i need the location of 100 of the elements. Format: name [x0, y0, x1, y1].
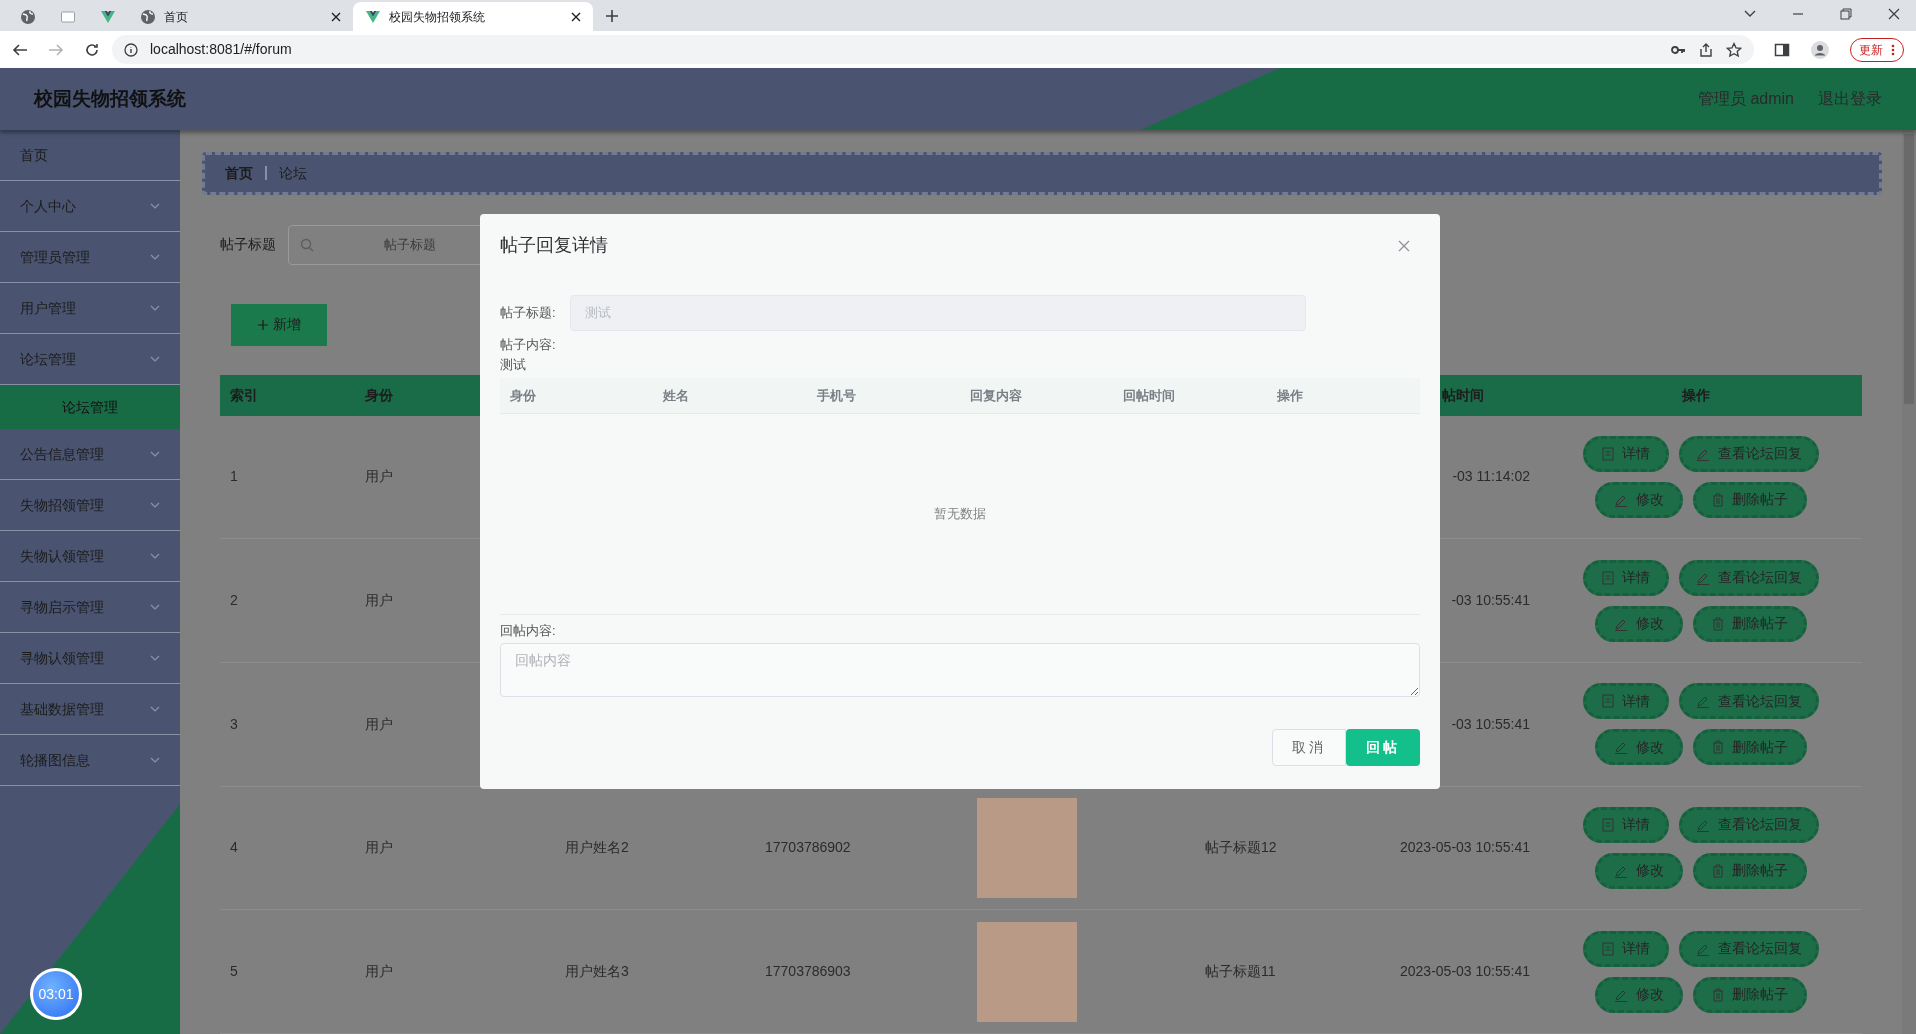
- table-cell-text: 用户姓名2: [564, 838, 630, 858]
- column-header: 回帖时间: [1122, 386, 1177, 405]
- document-icon: [1602, 570, 1614, 585]
- reply-textarea[interactable]: 回帖内容: [500, 642, 1420, 697]
- sidebar-item[interactable]: 寻物启示管理: [0, 582, 180, 633]
- close-icon[interactable]: [331, 11, 341, 22]
- reload-icon[interactable]: [84, 41, 100, 58]
- action-button[interactable]: 查看论坛回复: [1679, 807, 1819, 843]
- trash-icon: [1712, 616, 1724, 631]
- browser-tab[interactable]: 校园失物招领系统: [353, 2, 593, 31]
- document-icon: [1602, 446, 1614, 461]
- column-header: 姓名: [662, 386, 691, 405]
- pen-icon: [1696, 694, 1710, 709]
- submit-button[interactable]: 回帖: [1346, 728, 1420, 766]
- table-cell-text: 帖子标题11: [1204, 962, 1277, 982]
- table-cell-text: 用户姓名3: [564, 962, 630, 982]
- action-button[interactable]: 修改: [1595, 976, 1683, 1013]
- column-header: 帖时间: [1442, 386, 1484, 403]
- action-button[interactable]: 详情: [1583, 930, 1669, 967]
- logout-link[interactable]: 退出登录: [1818, 87, 1882, 111]
- action-button[interactable]: 查看论坛回复: [1679, 559, 1819, 596]
- sidebar-item[interactable]: 基础数据管理: [0, 684, 180, 735]
- field-label: 帖子内容:: [500, 336, 557, 354]
- table-cell-text: -03 10:55:41: [1450, 591, 1530, 611]
- side-panel-icon[interactable]: [1774, 41, 1790, 58]
- column-header: 身份: [365, 386, 393, 403]
- chevron-down-icon: [150, 655, 160, 661]
- action-button[interactable]: 修改: [1595, 729, 1683, 766]
- tab-title: 校园失物招领系统: [389, 8, 486, 26]
- sidebar-item[interactable]: 用户管理: [0, 283, 180, 334]
- add-button[interactable]: 新增: [234, 306, 324, 343]
- cancel-button[interactable]: 取消: [1272, 728, 1346, 766]
- back-arrow-icon[interactable]: [12, 41, 28, 58]
- action-button[interactable]: 修改: [1595, 481, 1683, 518]
- action-button[interactable]: 查看论坛回复: [1679, 683, 1819, 720]
- close-icon[interactable]: [571, 11, 581, 22]
- sidebar-item[interactable]: 首页: [0, 130, 180, 181]
- document-icon: [1602, 694, 1614, 709]
- field-label: 回帖内容:: [500, 622, 557, 640]
- table-cell-text: -03 10:55:41: [1450, 714, 1530, 734]
- table-cell-text: -03 11:14:02: [1451, 467, 1530, 487]
- empty-text: 暂无数据: [934, 505, 986, 524]
- close-icon[interactable]: [1888, 8, 1900, 20]
- sidebar-subitem[interactable]: 论坛管理: [0, 385, 180, 429]
- plus-icon[interactable]: [605, 9, 619, 23]
- action-button[interactable]: 删除帖子: [1693, 729, 1807, 766]
- action-button[interactable]: 删除帖子: [1693, 481, 1807, 518]
- plus-icon: [257, 318, 269, 331]
- action-button[interactable]: 查看论坛回复: [1679, 930, 1819, 967]
- browser-tab[interactable]: 首页: [128, 2, 353, 31]
- column-header: 手机号: [815, 386, 857, 405]
- sidebar-item[interactable]: 寻物认领管理: [0, 633, 180, 684]
- sidebar-item[interactable]: 个人中心: [0, 181, 180, 232]
- restore-icon[interactable]: [1840, 8, 1852, 20]
- action-button[interactable]: 详情: [1583, 807, 1669, 843]
- address-bar[interactable]: localhost:8081/#/forum: [112, 35, 1754, 64]
- search-label: 帖子标题: [220, 235, 276, 255]
- pen-icon: [1696, 818, 1710, 832]
- action-button[interactable]: 修改: [1595, 605, 1683, 642]
- table-cell-text: 3: [229, 714, 239, 734]
- column-header: 索引: [230, 386, 258, 403]
- chevron-down-icon: [150, 604, 160, 610]
- sidebar-item[interactable]: 轮播图信息: [0, 735, 180, 786]
- action-button[interactable]: 修改: [1595, 853, 1683, 889]
- action-button[interactable]: 详情: [1583, 435, 1669, 472]
- column-header: 回复内容: [969, 386, 1023, 405]
- sidebar-item[interactable]: 失物招领管理: [0, 480, 180, 531]
- pen-icon: [1614, 864, 1628, 878]
- trash-icon: [1712, 740, 1724, 755]
- table-cell-text: 1: [229, 467, 239, 487]
- action-button[interactable]: 删除帖子: [1693, 853, 1807, 889]
- breadcrumb-link[interactable]: 首页: [225, 162, 253, 184]
- profile-icon[interactable]: [1810, 39, 1830, 60]
- breadcrumb-link[interactable]: 论坛: [279, 162, 307, 184]
- content-text: 测试: [500, 355, 527, 374]
- table-cell-text: 用户: [364, 714, 394, 734]
- star-icon[interactable]: [1726, 41, 1742, 58]
- search-icon: [300, 237, 314, 252]
- info-icon: [124, 42, 138, 57]
- table-cell-text: 用户: [364, 838, 394, 858]
- table-cell-text: 用户: [364, 467, 394, 487]
- table-cell-text: 5: [229, 962, 239, 982]
- action-button[interactable]: 详情: [1583, 683, 1669, 720]
- action-button[interactable]: 删除帖子: [1693, 976, 1807, 1013]
- action-button[interactable]: 删除帖子: [1693, 605, 1807, 642]
- chevron-down-icon: [150, 451, 160, 457]
- share-icon[interactable]: [1698, 41, 1714, 58]
- v-logo-icon: [100, 8, 116, 25]
- v-logo-icon: [365, 8, 381, 25]
- sidebar-item[interactable]: 管理员管理: [0, 232, 180, 283]
- sidebar-item[interactable]: 公告信息管理: [0, 429, 180, 480]
- table-cell-text: 用户: [364, 591, 394, 611]
- chevron-down-icon: [150, 254, 160, 260]
- chevron-down-icon[interactable]: [1744, 10, 1756, 18]
- sidebar-item[interactable]: 失物认领管理: [0, 531, 180, 582]
- table-cell-text: 17703786903: [764, 962, 852, 982]
- action-button[interactable]: 详情: [1583, 559, 1669, 596]
- action-button[interactable]: 查看论坛回复: [1679, 435, 1819, 472]
- url-text: localhost:8081/#/forum: [150, 40, 293, 59]
- trash-icon: [1712, 492, 1724, 507]
